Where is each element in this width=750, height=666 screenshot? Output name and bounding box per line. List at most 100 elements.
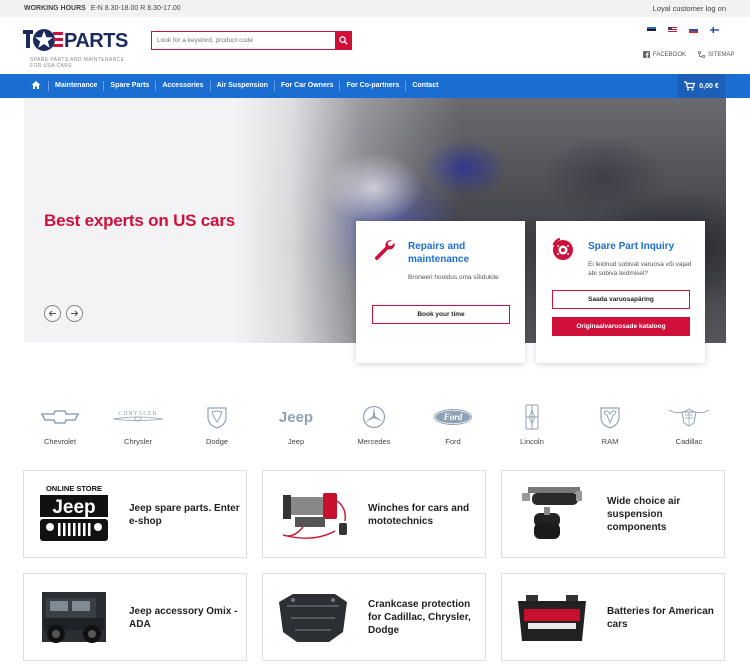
brand-ford-label: Ford [445,437,461,446]
brand-lincoln-label: Lincoln [520,437,544,446]
slider-next-button[interactable] [66,305,83,322]
battery-image [510,584,594,650]
sitemap-link[interactable]: SITEMAP [698,51,734,58]
wrench-icon [374,240,395,260]
repairs-card: Repairs and maintenance Broneeri hooldus… [356,221,525,363]
arrow-left-icon [48,310,56,317]
online-store-caption: ONLINE STORE [46,484,102,493]
tile-winches[interactable]: Winches for cars and mototechnics [262,470,486,558]
nav-item-accessories[interactable]: Accessories [155,81,209,91]
finnish-flag-icon[interactable] [710,27,719,33]
tile-air-suspension[interactable]: Wide choice air suspension components [501,470,725,558]
repairs-card-text: Broneeri hooldus oma sõidukile [408,274,499,281]
mercedes-logo-icon [362,405,386,429]
estonian-flag-icon[interactable] [647,27,656,33]
tile-jeep-spare-parts[interactable]: ONLINE STORE Jeep Jeep spare parts. Ente… [23,470,247,558]
sitemap-icon [698,51,705,58]
cadillac-logo-icon [668,408,710,427]
brand-chevrolet[interactable]: Chevrolet [24,402,96,450]
tile-jeep-omix-label: Jeep accessory Omix - ADA [129,606,238,630]
jeep-store-logo-text: Jeep [52,497,95,518]
book-your-time-button[interactable]: Book your time [372,305,510,324]
working-hours-label: WORKING HOURS [24,5,86,12]
brand-ford[interactable]: Ford Ford [417,402,489,450]
site-logo[interactable]: PARTS SPARE PARTS AND MAINTENANCE FOR US… [23,26,133,71]
tile-jeep-omix[interactable]: Jeep accessory Omix - ADA [23,573,247,661]
search-bar [151,31,352,50]
header-links: FACEBOOK SITEMAP [643,51,734,58]
chrysler-logo-icon: CHRYSLER [112,411,164,422]
brand-lincoln[interactable]: Lincoln [496,402,568,450]
search-input[interactable] [152,32,335,49]
loyal-customer-login-link[interactable]: Loyal customer log on [653,4,726,13]
brand-chrysler[interactable]: CHRYSLER Chrysler [102,402,174,450]
russian-flag-icon[interactable] [689,27,698,33]
tile-crankcase-protection[interactable]: Crankcase protection for Cadillac, Chrys… [262,573,486,661]
brand-chrysler-label: Chrysler [124,437,152,446]
slider-prev-button[interactable] [44,305,61,322]
brand-ram[interactable]: RAM [574,402,646,450]
tile-jeep-spare-parts-label: Jeep spare parts. Enter e-shop [129,503,240,527]
star-logo-icon [23,29,63,51]
facebook-link[interactable]: FACEBOOK [643,51,686,58]
brand-mercedes-label: Mercedes [357,437,391,446]
tile-air-suspension-label: Wide choice air suspension components [607,496,681,533]
tile-winches-label: Winches for cars and mototechnics [368,503,470,527]
home-icon[interactable] [31,80,41,90]
top-bar: WORKING HOURS E-N 8.30-18.00 R 8.30-17.0… [0,0,750,17]
brand-dodge[interactable]: Dodge [181,402,253,450]
brake-disc-icon [552,237,573,260]
ford-logo-text: Ford [443,412,463,422]
tile-crankcase-protection-label: Crankcase protection for Cadillac, Chrys… [368,599,471,636]
logo-tagline: SPARE PARTS AND MAINTENANCE FOR USA CARS [30,57,125,69]
jeep-wrangler-image [32,584,116,650]
cart-total: 0,00 € [699,82,719,90]
spare-part-inquiry-card: Spare Part Inquiry Ei leidnud sobivat va… [536,221,705,363]
jeep-online-store-image: ONLINE STORE Jeep [32,481,116,547]
jeep-logo-text: Jeep [279,409,313,426]
language-switcher [647,27,719,33]
cart-button[interactable]: 0,00 € [678,74,725,98]
chevrolet-logo-icon [40,410,80,424]
nav-item-air-suspension[interactable]: Air Suspension [209,81,274,91]
nav-item-for-co-partners[interactable]: For Co-partners [339,81,405,91]
working-hours-value: E-N 8.30-18.00 R 8.30-17.00 [90,5,181,12]
spare-part-inquiry-text: Ei leidnud sobivat varuosa või vajad abi… [588,261,692,277]
logo-text: PARTS [64,30,128,52]
brand-dodge-label: Dodge [205,437,229,446]
arrow-right-icon [71,310,79,317]
english-flag-icon[interactable] [668,27,677,33]
nav-item-maintenance[interactable]: Maintenance [48,81,103,91]
sitemap-link-label: SITEMAP [708,51,735,58]
send-spare-part-inquiry-button[interactable]: Saada varuosapäring [552,290,690,309]
search-button[interactable] [335,32,351,49]
original-parts-catalog-button[interactable]: Originaalvaruosade kataloog [552,317,690,336]
dodge-ram-logo-icon [207,407,227,429]
working-hours: WORKING HOURS E-N 8.30-18.00 R 8.30-17.0… [24,5,181,12]
nav-item-spare-parts[interactable]: Spare Parts [103,81,155,91]
tile-batteries-label: Batteries for American cars [607,606,714,630]
lincoln-logo-icon [525,404,539,430]
brand-chevrolet-label: Chevrolet [43,437,77,446]
brand-cadillac[interactable]: Cadillac [653,402,725,450]
nav-item-contact[interactable]: Contact [405,81,444,91]
crankcase-protection-image [271,584,355,650]
chrysler-logo-text: CHRYSLER [118,411,157,417]
hero-headline: Best experts on US cars [44,211,235,230]
facebook-icon [643,51,650,58]
car-brand-list: Chevrolet CHRYSLER Chrysler Dodge Jeep J… [24,402,726,450]
search-icon [338,36,348,45]
ram-logo-icon [600,407,620,429]
jeep-logo-icon: Jeep [279,409,313,426]
tile-batteries[interactable]: Batteries for American cars [501,573,725,661]
air-suspension-image [510,481,594,547]
brand-cadillac-label: Cadillac [675,437,703,446]
brand-mercedes[interactable]: Mercedes [338,402,410,450]
cart-icon [684,81,696,91]
ford-logo-icon: Ford [434,409,472,425]
brand-jeep-label: Jeep [287,437,305,446]
facebook-link-label: FACEBOOK [653,51,687,58]
brand-jeep[interactable]: Jeep Jeep [260,402,332,450]
brand-ram-label: RAM [601,437,619,446]
nav-item-for-car-owners[interactable]: For Car Owners [273,81,340,91]
